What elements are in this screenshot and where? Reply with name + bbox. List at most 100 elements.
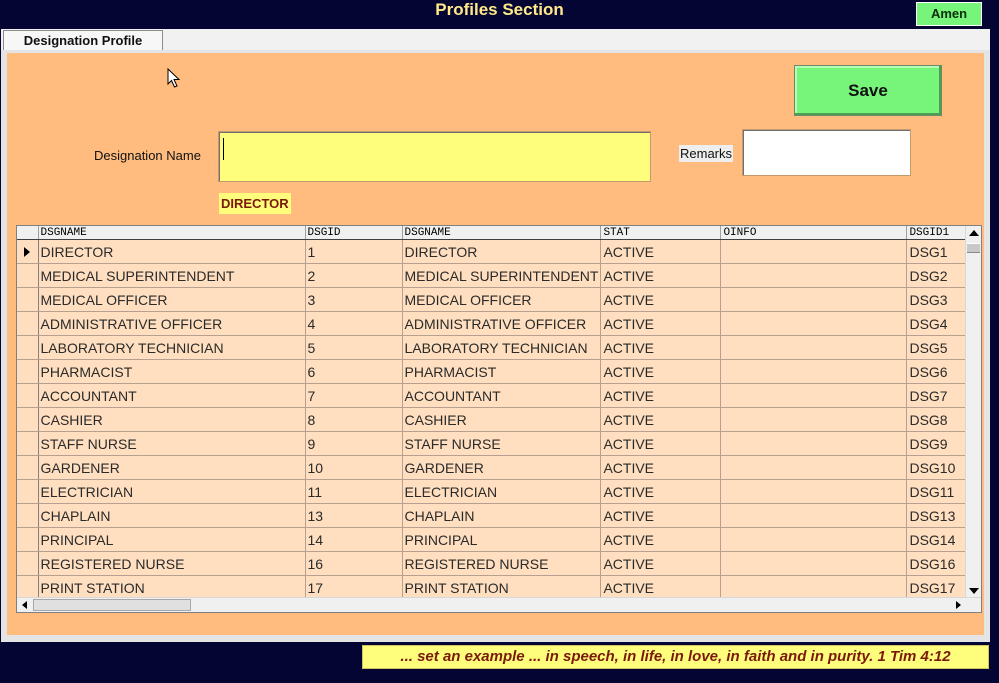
cell-stat[interactable]: ACTIVE [600, 431, 722, 456]
cell-stat[interactable]: ACTIVE [600, 479, 722, 504]
row-selector[interactable] [17, 311, 39, 336]
cell-stat[interactable]: ACTIVE [600, 311, 722, 336]
cell-oinfo[interactable] [720, 359, 908, 384]
table-row[interactable]: MEDICAL SUPERINTENDENT 2 MEDICAL SUPERINTE… [17, 263, 980, 288]
cell-dsgid[interactable]: 2 [305, 263, 403, 288]
row-selector[interactable] [17, 287, 39, 312]
cell-oinfo[interactable] [720, 455, 908, 480]
cell-dsgname-2[interactable]: MEDICAL OFFICER [402, 287, 602, 312]
cell-dsgname[interactable]: STAFF NURSE [38, 431, 306, 456]
cell-dsgid[interactable]: 8 [305, 407, 403, 432]
table-row[interactable]: ACCOUNTANT 7 ACCOUNTANT ACTIVE DSG7 [17, 383, 980, 408]
designation-name-input[interactable] [218, 131, 651, 182]
cell-dsgname-2[interactable]: PHARMACIST [402, 359, 602, 384]
row-selector[interactable] [17, 431, 39, 456]
column-header-stat[interactable]: STAT [600, 226, 722, 240]
cell-dsgname[interactable]: GARDENER [38, 455, 306, 480]
cell-dsgname-2[interactable]: CASHIER [402, 407, 602, 432]
cell-dsgname-2[interactable]: REGISTERED NURSE [402, 551, 602, 576]
designation-grid[interactable]: DSGNAME DSGID DSGNAME STAT OINFO DSGID1 … [16, 225, 982, 613]
cell-oinfo[interactable] [720, 335, 908, 360]
cell-oinfo[interactable] [720, 527, 908, 552]
cell-oinfo[interactable] [720, 407, 908, 432]
table-row[interactable]: PRINCIPAL 14 PRINCIPAL ACTIVE DSG14 [17, 527, 980, 552]
remarks-input[interactable] [742, 129, 911, 176]
table-row[interactable]: MEDICAL OFFICER 3 MEDICAL OFFICER ACTIVE DSG… [17, 287, 980, 312]
cell-dsgname-2[interactable]: PRINT STATION [402, 575, 602, 600]
cell-dsgid[interactable]: 11 [305, 479, 403, 504]
table-row[interactable]: PHARMACIST 6 PHARMACIST ACTIVE DSG6 [17, 359, 980, 384]
table-row[interactable]: GARDENER 10 GARDENER ACTIVE DSG10 [17, 455, 980, 480]
cell-dsgname[interactable]: CASHIER [38, 407, 306, 432]
cell-dsgid[interactable]: 13 [305, 503, 403, 528]
cell-stat[interactable]: ACTIVE [600, 239, 722, 264]
column-header-dsgid[interactable]: DSGID [305, 226, 403, 240]
column-header-oinfo[interactable]: OINFO [720, 226, 908, 240]
cell-dsgid[interactable]: 16 [305, 551, 403, 576]
cell-stat[interactable]: ACTIVE [600, 455, 722, 480]
cell-dsgid[interactable]: 3 [305, 287, 403, 312]
cell-oinfo[interactable] [720, 287, 908, 312]
table-row[interactable]: PRINT STATION 17 PRINT STATION ACTIVE DSG17 [17, 575, 980, 600]
cell-dsgname-2[interactable]: ELECTRICIAN [402, 479, 602, 504]
cell-dsgname[interactable]: PRINCIPAL [38, 527, 306, 552]
table-row[interactable]: ELECTRICIAN 11 ELECTRICIAN ACTIVE DSG11 [17, 479, 980, 504]
row-selector[interactable] [17, 383, 39, 408]
row-selector[interactable] [17, 503, 39, 528]
cell-dsgid[interactable]: 5 [305, 335, 403, 360]
scroll-up-arrow-icon[interactable] [969, 230, 979, 236]
cell-stat[interactable]: ACTIVE [600, 335, 722, 360]
row-selector[interactable] [17, 239, 39, 264]
cell-oinfo[interactable] [720, 479, 908, 504]
tab-designation-profile[interactable]: Designation Profile [3, 30, 163, 52]
cell-dsgid[interactable]: 10 [305, 455, 403, 480]
cell-stat[interactable]: ACTIVE [600, 383, 722, 408]
cell-stat[interactable]: ACTIVE [600, 407, 722, 432]
cell-dsgname[interactable]: LABORATORY TECHNICIAN [38, 335, 306, 360]
table-row[interactable]: DIRECTOR 1 DIRECTOR ACTIVE DSG1 [17, 239, 980, 264]
cell-stat[interactable]: ACTIVE [600, 527, 722, 552]
table-row[interactable]: ADMINISTRATIVE OFFICER 4 ADMINISTRATIVE OF… [17, 311, 980, 336]
row-selector[interactable] [17, 455, 39, 480]
cell-dsgname-2[interactable]: PRINCIPAL [402, 527, 602, 552]
row-selector[interactable] [17, 479, 39, 504]
cell-dsgname[interactable]: PHARMACIST [38, 359, 306, 384]
cell-dsgid[interactable]: 6 [305, 359, 403, 384]
cell-oinfo[interactable] [720, 551, 908, 576]
cell-dsgid[interactable]: 1 [305, 239, 403, 264]
cell-stat[interactable]: ACTIVE [600, 503, 722, 528]
scroll-down-arrow-icon[interactable] [969, 588, 979, 594]
cell-dsgname-2[interactable]: ADMINISTRATIVE OFFICER [402, 311, 602, 336]
column-header-dsgname-2[interactable]: DSGNAME [402, 226, 602, 240]
cell-oinfo[interactable] [720, 431, 908, 456]
cell-dsgid[interactable]: 7 [305, 383, 403, 408]
cell-dsgname-2[interactable]: DIRECTOR [402, 239, 602, 264]
cell-dsgname-2[interactable]: ACCOUNTANT [402, 383, 602, 408]
vertical-scrollbar[interactable] [965, 226, 981, 597]
horizontal-scrollbar[interactable] [17, 597, 981, 612]
cell-dsgname-2[interactable]: CHAPLAIN [402, 503, 602, 528]
row-selector[interactable] [17, 359, 39, 384]
horizontal-scroll-thumb[interactable] [33, 599, 191, 611]
cell-oinfo[interactable] [720, 311, 908, 336]
cell-dsgid[interactable]: 14 [305, 527, 403, 552]
cell-oinfo[interactable] [720, 383, 908, 408]
table-row[interactable]: CHAPLAIN 13 CHAPLAIN ACTIVE DSG13 [17, 503, 980, 528]
cell-dsgname[interactable]: PRINT STATION [38, 575, 306, 600]
cell-dsgname-2[interactable]: LABORATORY TECHNICIAN [402, 335, 602, 360]
cell-stat[interactable]: ACTIVE [600, 551, 722, 576]
cell-dsgname-2[interactable]: GARDENER [402, 455, 602, 480]
row-selector[interactable] [17, 407, 39, 432]
cell-dsgname[interactable]: DIRECTOR [38, 239, 306, 264]
table-row[interactable]: REGISTERED NURSE 16 REGISTERED NURSE ACTIVE… [17, 551, 980, 576]
cell-dsgname[interactable]: MEDICAL OFFICER [38, 287, 306, 312]
cell-dsgname[interactable]: MEDICAL SUPERINTENDENT [38, 263, 306, 288]
row-selector[interactable] [17, 551, 39, 576]
scroll-right-arrow-icon[interactable] [956, 601, 961, 609]
cell-oinfo[interactable] [720, 263, 908, 288]
cell-stat[interactable]: ACTIVE [600, 359, 722, 384]
user-button[interactable]: Amen [916, 2, 982, 26]
cell-dsgname[interactable]: ELECTRICIAN [38, 479, 306, 504]
column-header-dsgname[interactable]: DSGNAME [38, 226, 306, 240]
cell-dsgname[interactable]: REGISTERED NURSE [38, 551, 306, 576]
